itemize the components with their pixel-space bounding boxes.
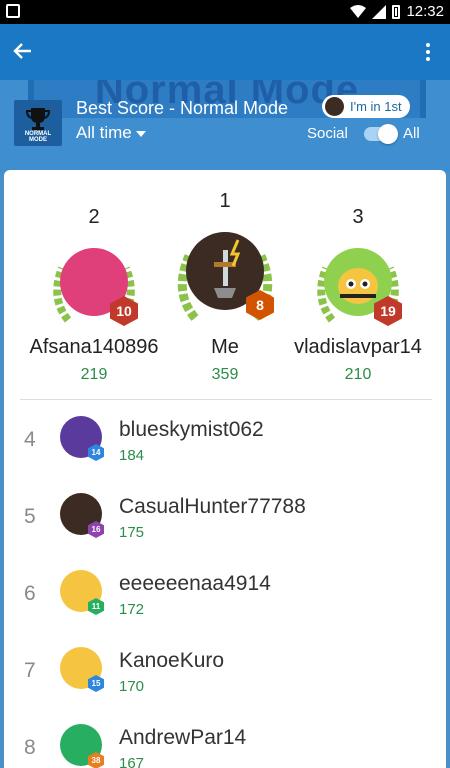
leaderboard-row[interactable]: 7 15 KanoeKuro 170 (4, 631, 446, 708)
player-score: 184 (119, 447, 145, 464)
leaderboard-row[interactable]: 8 38 AndrewPar14 167 (4, 708, 446, 768)
notification-icon (6, 4, 20, 18)
social-all-toggle[interactable] (364, 124, 398, 144)
all-label: All (403, 125, 420, 142)
leaderboard-row[interactable]: 6 11 eeeeeenaa4914 172 (4, 554, 446, 631)
player-name: CasualHunter77788 (119, 495, 306, 518)
more-vert-icon[interactable] (416, 38, 440, 66)
player-name: AndrewPar14 (119, 726, 247, 749)
player-name: KanoeKuro (119, 649, 225, 672)
player-name: eeeeeenaa4914 (119, 572, 271, 595)
board-icon-text: NORMAL MODE (24, 131, 52, 143)
row-rank: 4 (24, 428, 36, 451)
my-rank-button[interactable]: I'm in 1st (322, 95, 410, 118)
status-bar: 12:32 (0, 0, 450, 24)
leaderboard-trophy-icon: NORMAL MODE (14, 100, 62, 146)
wifi-icon (350, 4, 367, 18)
player-score: 359 (211, 366, 239, 383)
dropdown-caret-icon (135, 130, 146, 137)
podium-rank: 3 (352, 206, 364, 228)
leaderboard-header: Normal Mode NORMAL MODE Best Score - Nor… (0, 80, 450, 172)
battery-icon (392, 4, 401, 19)
podium-rank: 2 (88, 206, 100, 228)
my-rank-label: I'm in 1st (350, 99, 402, 114)
player-score: 210 (344, 366, 372, 383)
player-score: 175 (119, 524, 145, 541)
social-label: Social (307, 125, 348, 142)
leaderboard-row[interactable]: 4 14 blueskymist062 184 (4, 400, 446, 477)
arrow-left-icon[interactable] (12, 40, 36, 64)
row-rank: 6 (24, 582, 36, 605)
row-rank: 5 (24, 505, 36, 528)
leaderboard-row[interactable]: 5 16 CasualHunter77788 175 (4, 477, 446, 554)
trophy-icon (25, 108, 51, 130)
player-score: 167 (119, 755, 145, 768)
my-avatar (325, 97, 344, 116)
player-score: 172 (119, 601, 145, 618)
podium-rank: 1 (219, 190, 231, 212)
status-time: 12:32 (406, 3, 444, 20)
time-filter-dropdown[interactable]: All time (76, 123, 146, 143)
time-filter-label: All time (76, 123, 132, 142)
player-score: 170 (119, 678, 145, 695)
leaderboard-list: 4 14 blueskymist062 184 5 16 CasualHunte… (4, 400, 446, 768)
app-bar (0, 24, 450, 80)
podium: 2 10 Afsana140896 219 1 8 Me 359 3 19 vl… (4, 170, 446, 400)
row-rank: 8 (24, 736, 36, 759)
player-name: vladislavpar14 (294, 336, 422, 358)
leaderboard-title: Best Score - Normal Mode (76, 98, 289, 118)
signal-icon (372, 4, 387, 19)
leaderboard-card: 2 10 Afsana140896 219 1 8 Me 359 3 19 vl… (4, 170, 446, 768)
player-score: 219 (80, 366, 108, 383)
row-rank: 7 (24, 659, 36, 682)
player-name: blueskymist062 (119, 418, 264, 441)
